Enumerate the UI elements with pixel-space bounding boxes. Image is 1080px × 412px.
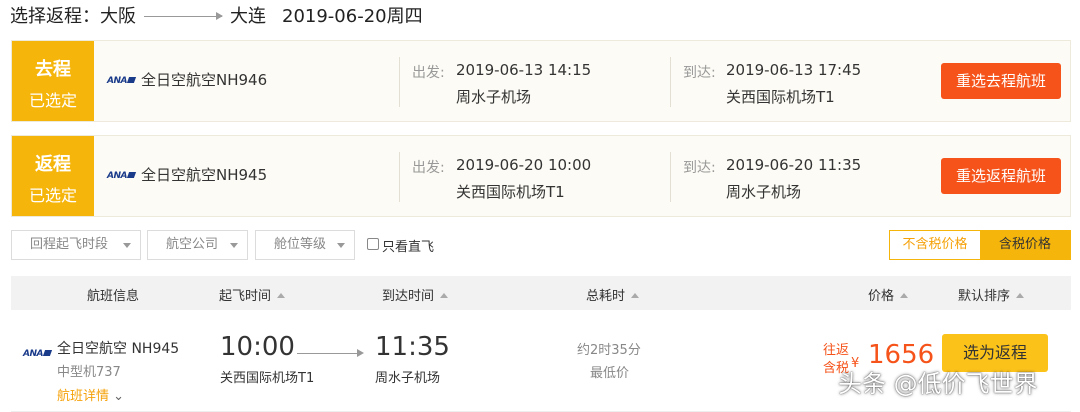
sort-up-icon — [440, 293, 449, 298]
sort-up-icon — [900, 293, 909, 298]
header-date: 2019-06-20周四 — [282, 6, 423, 27]
depart-airport: 关西国际机场T1 — [220, 371, 315, 386]
chevron-down-icon: ⌄ — [113, 389, 125, 404]
watermark: 头条 @低价飞世界 — [838, 370, 1038, 398]
airline-name: 全日空航空NH946 — [141, 71, 268, 89]
direct-only-checkbox[interactable] — [367, 238, 379, 250]
filter-label: 回程起飞时段 — [30, 237, 109, 252]
col-default-sort[interactable]: 默认排序 — [958, 285, 1025, 304]
arrive-airport: 周水子机场 — [375, 371, 441, 386]
roundtrip-label: 往返 — [823, 343, 850, 358]
col-price[interactable]: 价格 — [868, 285, 909, 304]
outbound-badge: 去程 已选定 — [12, 41, 94, 121]
divider — [670, 152, 671, 202]
cabin-filter[interactable]: 舱位等级 — [255, 230, 355, 260]
ana-logo-icon: ANA — [107, 171, 135, 181]
col-label: 总耗时 — [586, 289, 626, 304]
sort-up-icon — [277, 293, 286, 298]
results-header: 航班信息 起飞时间 到达时间 总耗时 价格 默认排序 — [11, 276, 1071, 310]
col-label: 到达时间 — [382, 289, 435, 304]
filter-label: 航空公司 — [166, 237, 219, 252]
arrive-airport: 关西国际机场T1 — [726, 88, 835, 106]
depart-time: 10:00 — [220, 332, 295, 362]
depart-time: 2019-06-20 10:00 — [456, 156, 592, 174]
col-label: 价格 — [868, 289, 895, 304]
divider — [670, 57, 671, 107]
arrive-time: 11:35 — [375, 332, 450, 362]
route-header: 选择返程： 大阪 大连 2019-06-20周四 — [10, 3, 423, 27]
badge-subtitle: 已选定 — [28, 91, 77, 110]
sort-up-icon — [1016, 293, 1025, 298]
arrow-head — [357, 349, 364, 357]
arrive-label: 到达: — [683, 65, 716, 81]
tax-excluded-option[interactable]: 不含税价格 — [890, 231, 980, 259]
caret-down-icon — [123, 243, 131, 248]
header-prefix: 选择返程： — [10, 6, 100, 27]
filter-label: 舱位等级 — [274, 237, 327, 252]
arrive-time: 2019-06-13 17:45 — [726, 61, 862, 79]
depart-airport: 关西国际机场T1 — [456, 183, 565, 201]
depart-time: 2019-06-13 14:15 — [456, 61, 592, 79]
header-to-city: 大连 — [230, 6, 266, 27]
selected-outbound-card: 去程 已选定 ANA 全日空航空NH946 出发: 2019-06-13 14:… — [11, 40, 1071, 122]
col-depart-time[interactable]: 起飞时间 — [219, 285, 286, 304]
tax-included-option[interactable]: 含税价格 — [980, 231, 1070, 259]
duration: 约2时35分 — [577, 343, 641, 358]
col-arrive-time[interactable]: 到达时间 — [382, 285, 449, 304]
flight-details-link[interactable]: 航班详情 ⌄ — [57, 385, 124, 404]
reselect-return-button[interactable]: 重选返程航班 — [941, 158, 1061, 194]
return-time-filter[interactable]: 回程起飞时段 — [11, 230, 141, 260]
caret-down-icon — [337, 243, 345, 248]
badge-subtitle: 已选定 — [28, 186, 77, 205]
arrive-time: 2019-06-20 11:35 — [726, 156, 862, 174]
badge-title: 返程 — [35, 154, 71, 175]
header-from-city: 大阪 — [100, 6, 136, 27]
caret-down-icon — [230, 243, 238, 248]
result-airline: 全日空航空 NH945 — [57, 341, 180, 357]
col-label: 起飞时间 — [219, 289, 272, 304]
divider — [399, 57, 400, 107]
arrive-label: 到达: — [683, 160, 716, 176]
arrive-airport: 周水子机场 — [726, 183, 802, 201]
divider — [399, 152, 400, 202]
col-duration[interactable]: 总耗时 — [586, 285, 640, 304]
col-flight-info: 航班信息 — [87, 289, 140, 304]
aircraft-type: 中型机737 — [57, 365, 121, 380]
direct-only-label[interactable]: 只看直飞 — [382, 236, 434, 255]
depart-airport: 周水子机场 — [456, 88, 532, 106]
badge-title: 去程 — [35, 59, 71, 80]
airline-name: 全日空航空NH945 — [141, 166, 268, 184]
arrow-right-icon — [144, 11, 223, 20]
col-label: 默认排序 — [958, 289, 1011, 304]
reselect-outbound-button[interactable]: 重选去程航班 — [941, 63, 1061, 99]
lowest-price-tag: 最低价 — [590, 366, 630, 381]
selected-return-card: 返程 已选定 ANA 全日空航空NH945 出发: 2019-06-20 10:… — [11, 135, 1071, 217]
ana-logo-icon: ANA — [107, 76, 135, 86]
price-tax-toggle: 不含税价格 含税价格 — [889, 230, 1071, 260]
depart-label: 出发: — [412, 65, 445, 81]
depart-label: 出发: — [412, 160, 445, 176]
ana-logo-icon: ANA — [23, 349, 51, 359]
arrow-right-icon — [297, 353, 361, 354]
airline-filter[interactable]: 航空公司 — [147, 230, 248, 260]
sort-up-icon — [631, 293, 640, 298]
return-badge: 返程 已选定 — [12, 136, 94, 216]
details-label: 航班详情 — [57, 389, 110, 404]
